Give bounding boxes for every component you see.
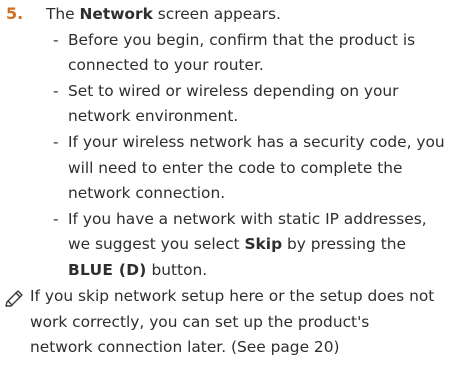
skip-label: Skip — [244, 235, 283, 254]
step-text-before: The — [46, 5, 80, 23]
blue-d-button-label: BLUE (D) — [68, 260, 147, 279]
pencil-note-icon-graphic — [5, 290, 23, 307]
step-text-after: screen appears. — [152, 5, 281, 23]
bullet-item: - If you have a network with static IP a… — [53, 207, 451, 284]
bullet-text: If your wireless network has a security … — [68, 132, 445, 203]
bullet-text: Before you begin, confirm that the produ… — [68, 30, 416, 75]
bullet-text-mid: by pressing the — [282, 235, 406, 254]
bullet-dash: - — [53, 132, 59, 151]
step-number: 5. — [6, 4, 24, 23]
bullet-item: - Before you begin, confirm that the pro… — [53, 28, 451, 79]
step-text: The Network screen appears. — [46, 2, 281, 28]
step-5: 5. The Network screen appears. - Before … — [6, 1, 450, 284]
bullet-text: Set to wired or wireless depending on yo… — [68, 81, 399, 126]
step-heading: 5. The Network screen appears. — [6, 1, 450, 28]
bullet-list: - Before you begin, confirm that the pro… — [53, 28, 450, 284]
note: If you skip network setup here or the se… — [4, 284, 444, 361]
bullet-text-after: button. — [146, 260, 208, 279]
bullet-item: - If your wireless network has a securit… — [53, 130, 451, 207]
step-keyword-network: Network — [79, 5, 153, 23]
bullet-item: - Set to wired or wireless depending on … — [53, 79, 451, 130]
bullet-dash: - — [53, 30, 59, 49]
pencil-note-icon — [4, 284, 30, 361]
bullet-dash: - — [53, 81, 59, 100]
note-text: If you skip network setup here or the se… — [30, 287, 435, 357]
bullet-dash: - — [53, 209, 59, 228]
